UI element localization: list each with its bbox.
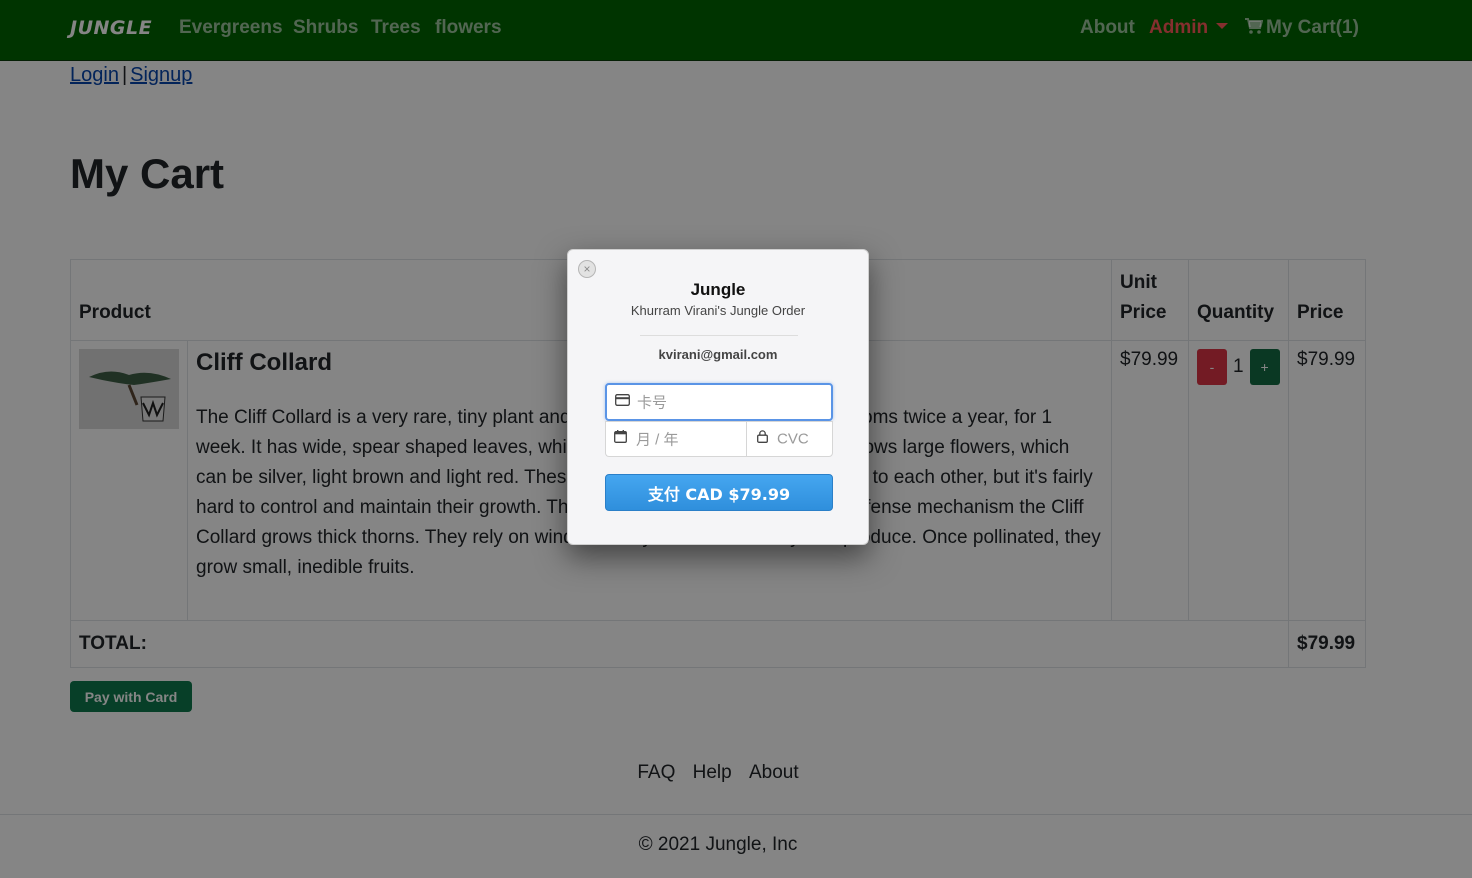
close-icon[interactable]: × — [578, 260, 596, 278]
credit-card-icon — [615, 393, 630, 411]
modal-divider — [640, 335, 798, 336]
pay-submit-button[interactable]: 支付 CAD $79.99 — [605, 474, 833, 511]
modal-title: Jungle — [690, 280, 746, 299]
lock-icon — [757, 430, 768, 448]
calendar-icon — [614, 430, 627, 448]
expiry-placeholder: 月 / 年 — [636, 431, 679, 449]
modal-subtitle: Khurram Virani's Jungle Order — [630, 303, 806, 318]
cvc-placeholder: CVC — [777, 430, 809, 448]
card-number-field[interactable]: 卡号 — [605, 383, 833, 421]
modal-email[interactable]: kvirani@gmail.com — [568, 347, 868, 362]
checkout-modal: × Jungle Khurram Virani's Jungle Order k… — [567, 249, 869, 545]
expiry-field[interactable]: 月 / 年 — [605, 421, 746, 457]
cvc-field[interactable]: CVC — [746, 421, 833, 457]
card-number-placeholder: 卡号 — [637, 394, 668, 412]
